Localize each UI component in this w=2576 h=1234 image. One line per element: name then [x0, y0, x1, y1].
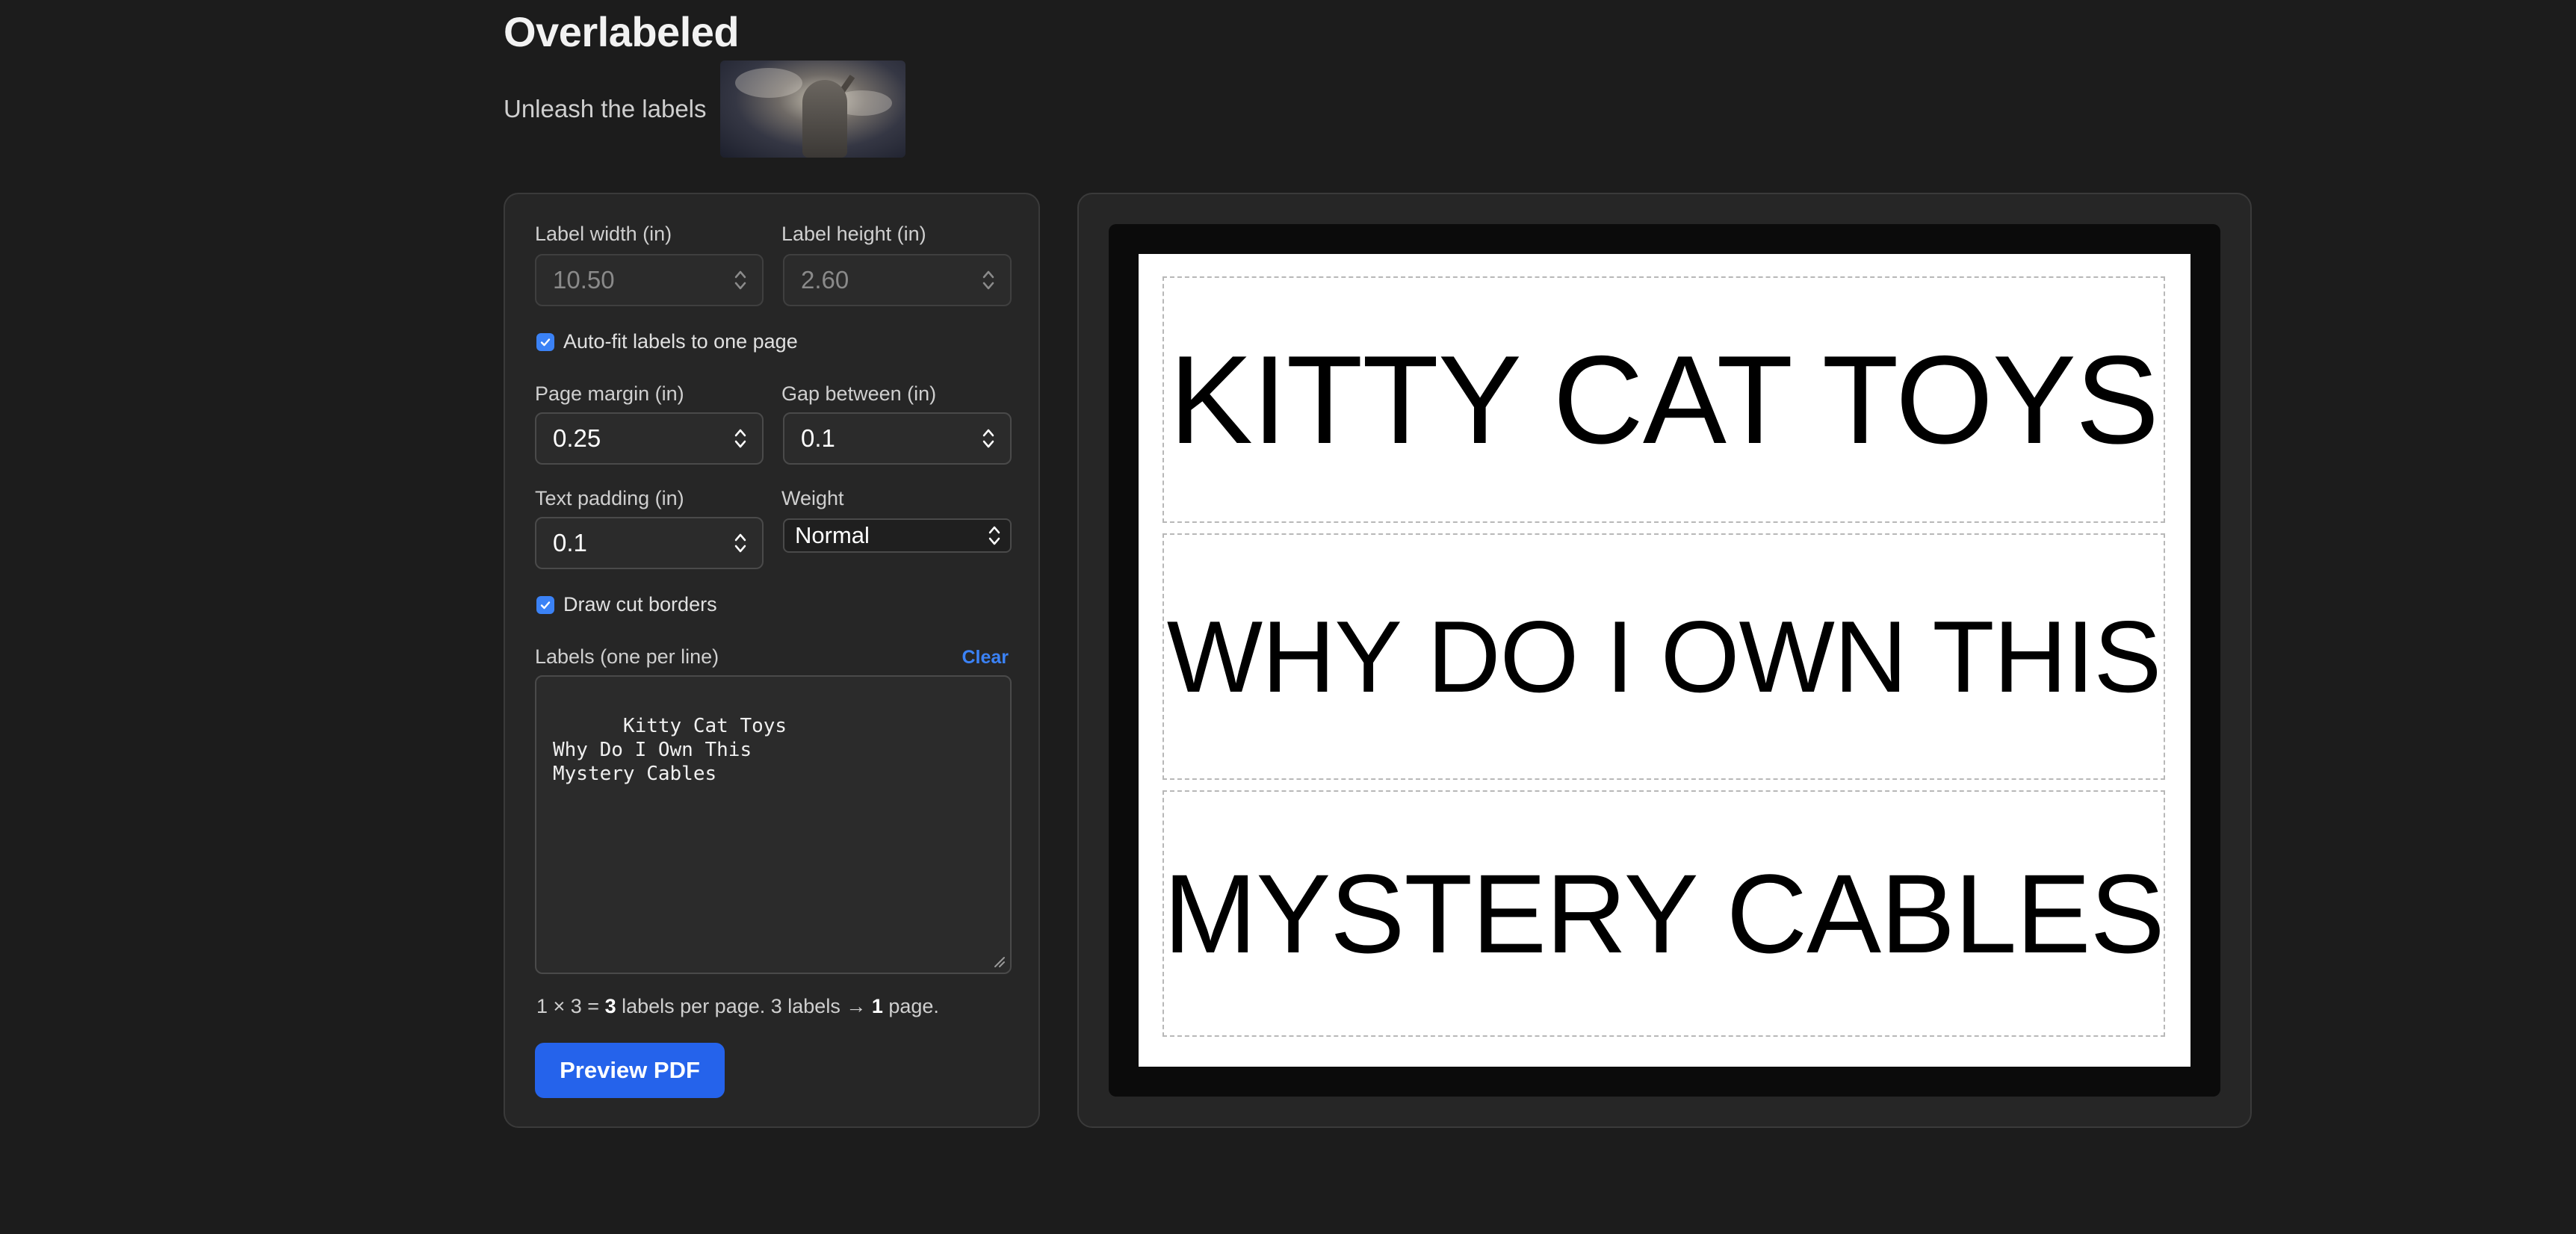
- label-height-value: 2.60: [801, 266, 849, 294]
- resize-handle-icon[interactable]: [992, 955, 1006, 968]
- gap-between-value: 0.1: [801, 424, 835, 452]
- controls-panel: Label width (in) 10.50 Label height (in)…: [504, 193, 1040, 1128]
- gap-between-input[interactable]: 0.1: [783, 412, 1012, 465]
- weight-value: Normal: [795, 522, 870, 548]
- label-width-label: Label width (in): [535, 223, 672, 245]
- page-summary: 1 × 3 = 3 labels per page. 3 labels → 1 …: [536, 995, 939, 1018]
- page-margin-input[interactable]: 0.25: [535, 412, 764, 465]
- summary-grid: 1 × 3 =: [536, 995, 605, 1017]
- gap-between-label: Gap between (in): [781, 382, 937, 405]
- summary-per-page: 3: [604, 995, 616, 1017]
- tagline-row: Unleash the labels: [504, 60, 905, 158]
- cut-borders-checkbox-row[interactable]: Draw cut borders: [536, 593, 717, 616]
- app-page: Overlabeled Unleash the labels Label wid…: [0, 0, 2576, 1234]
- preview-panel: Kitty Cat Toys Why Do I Own This Mystery…: [1077, 193, 2252, 1128]
- label-width-input[interactable]: 10.50: [535, 254, 764, 306]
- text-padding-label: Text padding (in): [535, 487, 684, 509]
- clear-button[interactable]: Clear: [962, 647, 1009, 669]
- preview-frame: Kitty Cat Toys Why Do I Own This Mystery…: [1109, 224, 2220, 1097]
- labels-field-label: Labels (one per line): [535, 645, 719, 668]
- label-preview-cell: Kitty Cat Toys: [1162, 276, 2165, 523]
- summary-pages: 1: [871, 995, 883, 1017]
- auto-fit-checkbox[interactable]: [536, 332, 554, 351]
- tagline: Unleash the labels: [504, 95, 707, 123]
- stepper-icon[interactable]: [734, 268, 747, 292]
- preview-pdf-button[interactable]: Preview PDF: [535, 1043, 725, 1098]
- text-padding-value: 0.1: [553, 529, 587, 556]
- label-width-value: 10.50: [553, 266, 615, 294]
- cut-borders-checkbox[interactable]: [536, 595, 554, 614]
- label-preview-cell: Why Do I Own This: [1162, 533, 2165, 780]
- summary-pages-text: page.: [882, 995, 939, 1017]
- text-padding-input[interactable]: 0.1: [535, 517, 764, 569]
- stepper-icon[interactable]: [734, 427, 747, 450]
- preview-sheet: Kitty Cat Toys Why Do I Own This Mystery…: [1139, 254, 2190, 1067]
- label-height-label: Label height (in): [781, 223, 926, 245]
- labels-textarea-value: Kitty Cat Toys Why Do I Own This Mystery…: [553, 715, 787, 785]
- page-margin-label: Page margin (in): [535, 382, 684, 405]
- stepper-icon[interactable]: [734, 531, 747, 555]
- cut-borders-label: Draw cut borders: [563, 593, 717, 616]
- stepper-icon[interactable]: [982, 427, 995, 450]
- page-margin-value: 0.25: [553, 424, 601, 452]
- label-preview-cell: Mystery Cables: [1162, 790, 2165, 1037]
- weight-label: Weight: [781, 487, 844, 509]
- label-height-input[interactable]: 2.60: [783, 254, 1012, 306]
- hero-cloud: [734, 68, 802, 98]
- auto-fit-checkbox-row[interactable]: Auto-fit labels to one page: [536, 330, 798, 353]
- checkmark-icon: [540, 338, 551, 346]
- weight-select[interactable]: Normal: [783, 518, 1012, 553]
- hero-image: [719, 61, 905, 158]
- hero-figure: [802, 80, 847, 158]
- auto-fit-label: Auto-fit labels to one page: [563, 330, 798, 353]
- app-title: Overlabeled: [504, 8, 740, 55]
- summary-per-page-text: labels per page. 3 labels →: [616, 995, 872, 1017]
- labels-textarea[interactable]: Kitty Cat Toys Why Do I Own This Mystery…: [535, 675, 1012, 974]
- checkmark-icon: [540, 601, 551, 609]
- stepper-icon[interactable]: [982, 268, 995, 292]
- select-arrows-icon: [988, 526, 1000, 545]
